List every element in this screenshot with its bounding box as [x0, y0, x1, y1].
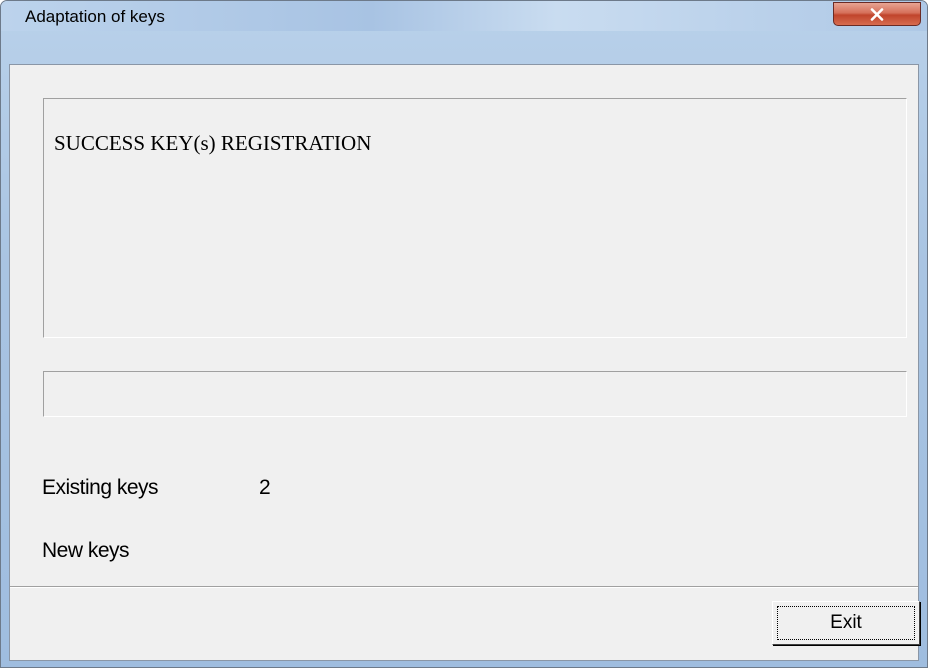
message-panel: SUCCESS KEY(s) REGISTRATION	[43, 98, 907, 338]
exit-button-label: Exit	[777, 606, 915, 640]
existing-keys-value: 2	[259, 476, 271, 499]
existing-keys-label: Existing keys	[42, 476, 159, 499]
new-keys-label: New keys	[42, 539, 130, 562]
close-button[interactable]	[833, 2, 921, 26]
status-panel	[43, 371, 907, 417]
close-icon	[870, 7, 884, 21]
title-bar[interactable]: Adaptation of keys	[1, 1, 927, 31]
exit-button[interactable]: Exit	[772, 601, 920, 645]
footer-separator	[10, 586, 918, 588]
window-title: Adaptation of keys	[25, 7, 165, 26]
dialog-window: Adaptation of keys SUCCESS KEY(s) REGIST…	[0, 0, 928, 668]
message-text: SUCCESS KEY(s) REGISTRATION	[54, 131, 372, 155]
dialog-client-area: SUCCESS KEY(s) REGISTRATION Existing key…	[9, 64, 920, 661]
